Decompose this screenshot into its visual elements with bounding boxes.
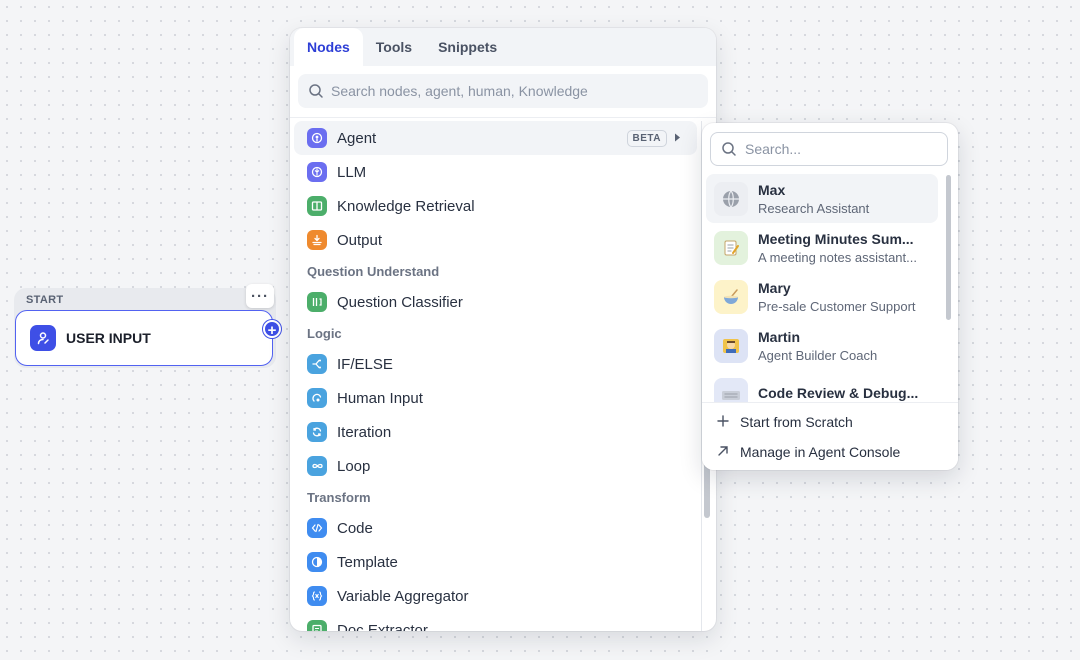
node-list: Agent BETA LLM Knowledge Retrieval Outpu… <box>290 121 701 631</box>
node-item-output[interactable]: Output <box>294 223 697 257</box>
manage-agent-console-label: Manage in Agent Console <box>740 444 901 460</box>
node-item-label: Loop <box>337 457 371 475</box>
memo-avatar <box>714 230 748 265</box>
start-node[interactable]: START ··· USER INPUT <box>14 284 276 368</box>
start-from-scratch-button[interactable]: Start from Scratch <box>702 407 958 437</box>
node-item-label: Iteration <box>337 423 392 441</box>
agent-search-input[interactable]: Search... <box>710 132 948 166</box>
human-icon <box>307 388 327 408</box>
doc-icon <box>307 620 327 631</box>
node-item-label: Human Input <box>337 389 423 407</box>
classifier-icon <box>307 292 327 312</box>
node-item-label: Variable Aggregator <box>337 587 469 605</box>
code-icon <box>307 518 327 538</box>
tab-nodes[interactable]: Nodes <box>294 28 363 66</box>
node-item-label: Code <box>337 519 373 537</box>
node-item-label: IF/ELSE <box>337 355 393 373</box>
bowl-avatar <box>714 279 748 314</box>
user-input-icon <box>30 325 56 351</box>
agent-description: Agent Builder Coach <box>758 347 878 363</box>
node-item-variable-aggregator[interactable]: Variable Aggregator <box>294 579 697 613</box>
agent-description: Pre-sale Customer Support <box>758 298 916 314</box>
user-input-title: USER INPUT <box>66 330 151 346</box>
start-from-scratch-label: Start from Scratch <box>740 414 853 430</box>
agent-name: Mary <box>758 279 791 296</box>
node-search-input[interactable]: Search nodes, agent, human, Knowledge <box>298 74 708 108</box>
search-icon <box>309 84 323 98</box>
branch-icon <box>307 354 327 374</box>
agent-description: Research Assistant <box>758 200 870 216</box>
caret-right-icon <box>675 133 680 142</box>
plus-icon <box>716 414 730 431</box>
agent-description: A meeting notes assistant... <box>758 249 917 265</box>
start-node-header: START <box>26 294 64 306</box>
add-node-handle[interactable]: + <box>263 320 281 339</box>
node-item-label: Doc Extractor <box>337 621 428 632</box>
node-item-iteration[interactable]: Iteration <box>294 415 697 449</box>
agent-list-scrollbar[interactable] <box>946 175 951 320</box>
agent-item-max[interactable]: Max Research Assistant <box>706 174 938 223</box>
tab-tools[interactable]: Tools <box>363 28 425 66</box>
user-input-node[interactable]: USER INPUT <box>15 310 273 366</box>
node-item-label: Knowledge Retrieval <box>337 197 475 215</box>
external-arrow-icon <box>716 444 730 461</box>
person-avatar <box>714 328 748 363</box>
panel-tabs: Nodes Tools Snippets <box>290 28 716 66</box>
agent-name: Martin <box>758 328 800 345</box>
template-icon <box>307 552 327 572</box>
node-item-label: Agent <box>337 129 377 147</box>
llm-icon <box>307 162 327 182</box>
node-item-label: Template <box>337 553 398 571</box>
node-item-label: Question Classifier <box>337 293 463 311</box>
node-selector-panel: Nodes Tools Snippets Search nodes, agent… <box>290 28 716 631</box>
agent-item-code-review[interactable]: Code Review & Debug... <box>706 370 938 402</box>
output-icon <box>307 230 327 250</box>
node-item-question-classifier[interactable]: Question Classifier <box>294 285 697 319</box>
book-icon <box>307 196 327 216</box>
beta-badge: BETA <box>626 130 667 147</box>
manage-agent-console-link[interactable]: Manage in Agent Console <box>702 437 958 467</box>
agent-name: Code Review & Debug... <box>758 385 919 401</box>
node-item-human-input[interactable]: Human Input <box>294 381 697 415</box>
section-transform: Transform <box>307 489 371 505</box>
node-search-placeholder: Search nodes, agent, human, Knowledge <box>331 83 588 99</box>
agent-menu-footer: Start from Scratch Manage in Agent Conso… <box>702 402 958 470</box>
agent-submenu: Search... Max Research Assistant Meeting… <box>702 123 958 470</box>
agent-list: Max Research Assistant Meeting Minutes S… <box>706 174 938 402</box>
iteration-icon <box>307 422 327 442</box>
node-item-template[interactable]: Template <box>294 545 697 579</box>
globe-avatar <box>714 181 748 216</box>
node-item-label: LLM <box>337 163 367 181</box>
agent-name: Meeting Minutes Sum... <box>758 230 914 247</box>
node-item-llm[interactable]: LLM <box>294 155 697 189</box>
agent-item-martin[interactable]: Martin Agent Builder Coach <box>706 321 938 370</box>
node-item-knowledge-retrieval[interactable]: Knowledge Retrieval <box>294 189 697 223</box>
agent-search-placeholder: Search... <box>745 141 802 157</box>
node-item-if-else[interactable]: IF/ELSE <box>294 347 697 381</box>
agent-item-meeting-minutes[interactable]: Meeting Minutes Sum... A meeting notes a… <box>706 223 938 272</box>
search-icon <box>722 142 736 156</box>
node-item-label: Output <box>337 231 383 249</box>
section-question-understand: Question Understand <box>307 263 440 279</box>
node-item-code[interactable]: Code <box>294 511 697 545</box>
variable-icon <box>307 586 327 606</box>
agent-item-mary[interactable]: Mary Pre-sale Customer Support <box>706 272 938 321</box>
tab-snippets[interactable]: Snippets <box>425 28 510 66</box>
node-item-doc-extractor[interactable]: Doc Extractor <box>294 613 697 631</box>
agent-icon <box>307 128 327 148</box>
section-logic: Logic <box>307 325 342 341</box>
agent-name: Max <box>758 181 786 198</box>
more-options-button[interactable]: ··· <box>246 284 274 308</box>
node-item-loop[interactable]: Loop <box>294 449 697 483</box>
node-item-agent[interactable]: Agent BETA <box>294 121 697 155</box>
loop-icon <box>307 456 327 476</box>
keyboard-avatar <box>714 377 748 402</box>
